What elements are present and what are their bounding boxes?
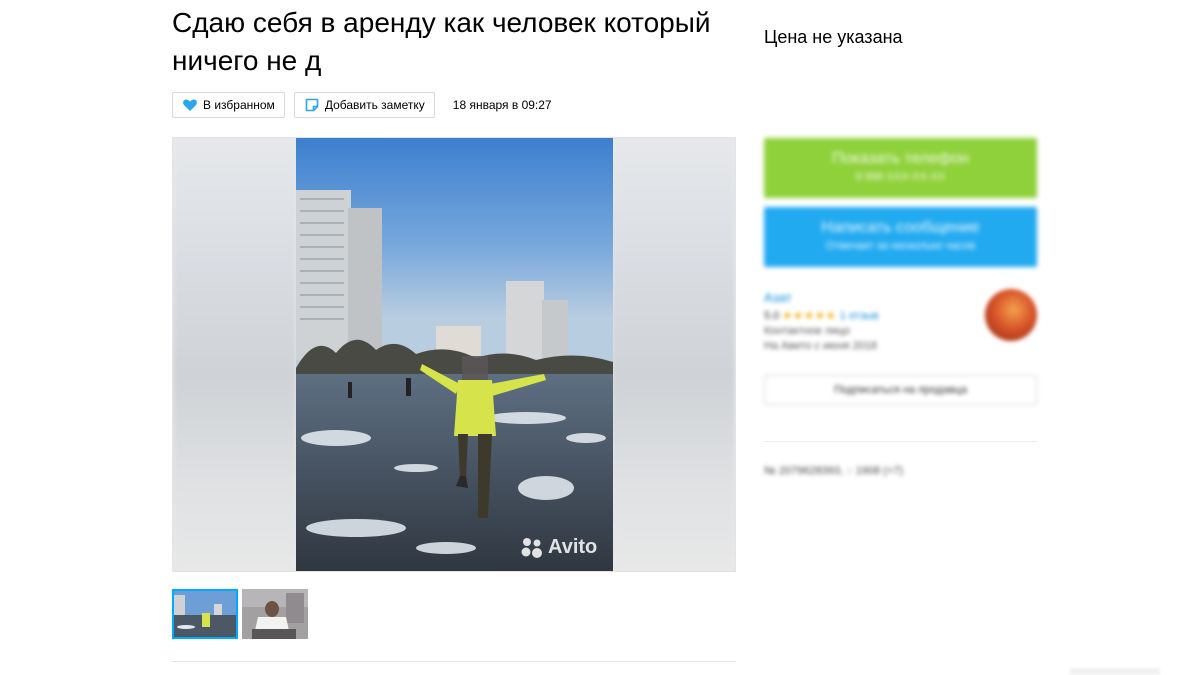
reply-time: Отвечает за несколько часов — [825, 240, 976, 252]
masked-phone: 8 996 XXX-XX-XX — [855, 171, 946, 183]
main-photo[interactable] — [296, 138, 613, 572]
listing-actions: В избранном Добавить заметку 18 января в… — [172, 91, 552, 119]
listing-date: 18 января в 09:27 — [452, 98, 552, 112]
send-message-label: Написать сообщение — [821, 219, 980, 236]
note-icon — [304, 97, 320, 113]
listing-title: Сдаю себя в аренду как человек который н… — [172, 7, 711, 76]
view-count: 1908 (+7) — [855, 465, 904, 477]
heart-icon — [182, 97, 198, 113]
show-phone-button[interactable]: Показать телефон 8 996 XXX-XX-XX — [764, 138, 1037, 198]
ad-meta: № 2079628393, ◌ 1908 (+7) — [764, 465, 904, 477]
subscribe-button[interactable]: Подписаться на продавца — [764, 375, 1037, 405]
thumbnail-strip — [172, 589, 312, 639]
listing-price: Цена не указана — [764, 27, 903, 47]
rating-value: 5.0 — [764, 310, 780, 322]
avito-logo-icon — [520, 537, 544, 559]
thumbnail-2[interactable] — [242, 589, 308, 639]
add-note-label: Добавить заметку — [324, 98, 425, 112]
show-phone-label: Показать телефон — [831, 150, 970, 167]
gallery-blur-right — [612, 138, 735, 571]
rating-stars-icon: ★★★★★ — [782, 310, 837, 322]
gallery-blur-left — [173, 138, 296, 571]
photo-gallery[interactable]: Avito — [172, 137, 736, 572]
seller-avatar[interactable] — [985, 289, 1037, 341]
watermark-text: Avito — [548, 536, 598, 558]
favorite-button[interactable]: В избранном — [172, 92, 285, 118]
reviews-link[interactable]: 1 отзыв — [840, 310, 879, 322]
watermark: Avito — [520, 536, 597, 559]
favorite-label: В избранном — [203, 98, 275, 112]
ad-number: № 2079628393 — [764, 465, 841, 477]
seller-since: На Авито с июня 2018 — [764, 340, 878, 352]
thumbnail-1[interactable] — [172, 589, 238, 639]
send-message-button[interactable]: Написать сообщение Отвечает за несколько… — [764, 207, 1037, 267]
eye-icon: ◌ — [846, 465, 853, 477]
section-divider — [172, 661, 736, 662]
footer-fragment — [1070, 668, 1160, 675]
sidebar-divider — [764, 441, 1037, 442]
add-note-button[interactable]: Добавить заметку — [293, 92, 435, 118]
